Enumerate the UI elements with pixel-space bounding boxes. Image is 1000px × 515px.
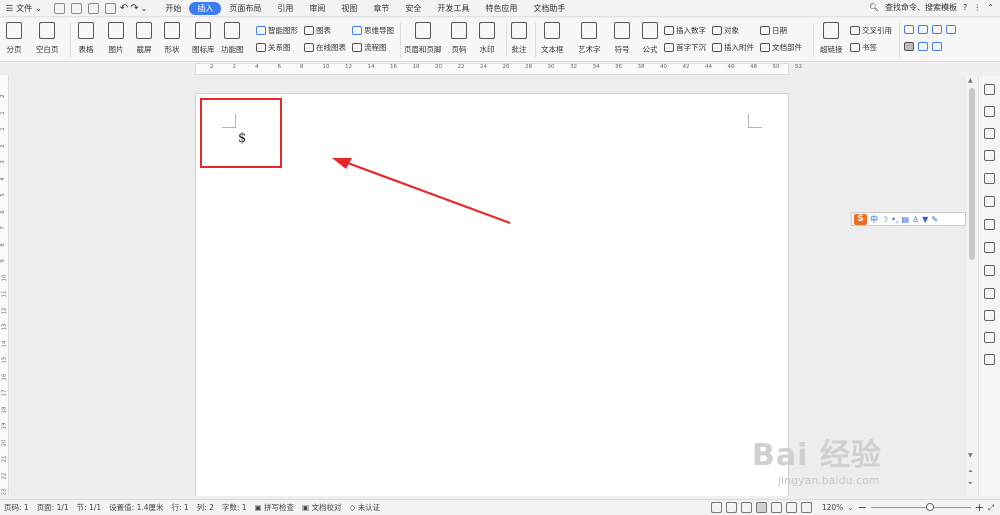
scroll-down-icon[interactable]: ▼: [968, 452, 973, 459]
certification-status[interactable]: ◇ 未认证: [346, 502, 385, 513]
wrench-icon[interactable]: ✎: [931, 215, 938, 224]
status-position[interactable]: 设置值: 1.4厘米: [105, 502, 167, 513]
zoom-dropdown-icon[interactable]: ⌄: [847, 503, 853, 512]
location-icon[interactable]: [984, 310, 995, 321]
spell-check-button[interactable]: ▣ 拼写检查: [251, 502, 298, 513]
doc-proof-label: 文档校对: [311, 503, 342, 512]
baidu-watermark: Bai 经验 jingyan.baidu.com: [752, 430, 882, 487]
fullscreen-icon[interactable]: [710, 502, 722, 513]
moon-icon[interactable]: ☽: [881, 215, 888, 224]
zoom-knob[interactable]: [925, 503, 934, 511]
shapes-icon[interactable]: [984, 128, 995, 139]
next-page-icon[interactable]: ⏷: [968, 480, 973, 488]
zoom-out-button[interactable]: −: [858, 501, 867, 514]
watermark-main: Bai 经验: [752, 438, 882, 473]
ime-mode[interactable]: 中: [870, 214, 878, 225]
keyboard-icon[interactable]: ▤: [901, 215, 909, 224]
ime-toolbar[interactable]: S 中 ☽ •, ▤ ♙ ▼ ✎: [851, 212, 966, 226]
uncertified-label: 未认证: [357, 503, 381, 512]
vertical-scrollbar[interactable]: ▲ ▼ ⏶ ⏷: [966, 76, 978, 496]
translate-icon[interactable]: [984, 242, 995, 253]
watermark-url: jingyan.baidu.com: [778, 474, 880, 487]
punctuation-icon[interactable]: •,: [891, 215, 898, 224]
status-bar: 页码: 1 页面: 1/1 节: 1/1 设置值: 1.4厘米 行: 1 列: …: [0, 499, 1000, 515]
status-page-no[interactable]: 页码: 1: [0, 502, 33, 513]
expand-icon[interactable]: ⤢: [988, 503, 994, 513]
prev-page-icon[interactable]: ⏶: [968, 468, 973, 476]
status-section[interactable]: 节: 1/1: [73, 502, 105, 513]
right-task-pane: [978, 76, 1000, 496]
sogou-logo: S: [854, 213, 867, 225]
reading-view-icon[interactable]: [725, 502, 737, 513]
cursor-icon[interactable]: [984, 106, 995, 117]
document-icon[interactable]: [984, 173, 995, 184]
zoom-in-button[interactable]: +: [975, 501, 984, 514]
zoom-slider[interactable]: [870, 502, 971, 513]
scroll-up-icon[interactable]: ▲: [968, 77, 973, 84]
share-icon[interactable]: [984, 219, 995, 230]
zoom-level[interactable]: 120%: [822, 503, 843, 512]
help-icon[interactable]: [984, 354, 995, 365]
doc-proof-button[interactable]: ▣ 文档校对: [298, 502, 345, 513]
page-view-icon[interactable]: [755, 502, 767, 513]
status-pages[interactable]: 页面: 1/1: [33, 502, 73, 513]
zoom-track: [870, 507, 971, 508]
web-view-icon[interactable]: [785, 502, 797, 513]
eye-protection-icon[interactable]: [800, 502, 812, 513]
archive-icon[interactable]: [984, 265, 995, 276]
adjust-icon[interactable]: [984, 150, 995, 161]
spell-check-label: 拼写检查: [264, 503, 295, 512]
status-right: 120% ⌄ − + ⤢: [710, 501, 994, 514]
annotation-arrow-head: [332, 158, 352, 169]
history-icon[interactable]: [984, 332, 995, 343]
outline-view-icon[interactable]: [770, 502, 782, 513]
voice-icon[interactable]: ♙: [912, 215, 919, 224]
status-row: 行: 1: [171, 503, 189, 512]
write-view-icon[interactable]: [740, 502, 752, 513]
status-col: 列: 2: [196, 503, 214, 512]
status-word-count[interactable]: 字数: 1: [218, 502, 251, 513]
image-icon[interactable]: [984, 288, 995, 299]
scrollbar-thumb[interactable]: [969, 88, 975, 260]
annotation-arrow-line: [344, 160, 511, 225]
skin-icon[interactable]: ▼: [922, 215, 928, 224]
pen-icon[interactable]: [984, 84, 995, 95]
star-icon[interactable]: [984, 196, 995, 207]
